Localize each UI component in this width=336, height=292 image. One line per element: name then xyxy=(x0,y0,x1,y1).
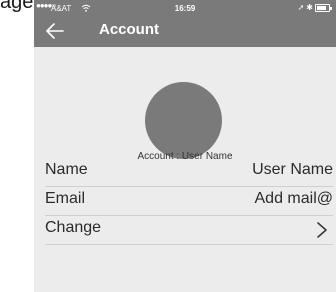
battery-icon xyxy=(315,4,332,12)
bluetooth-icon: ✱ xyxy=(306,3,313,12)
email-label: Email xyxy=(45,190,86,207)
name-row: Name User Name xyxy=(45,158,333,187)
name-value: User Name xyxy=(252,161,333,178)
location-arrow-icon: ➚ xyxy=(297,3,305,12)
name-label: Name xyxy=(45,161,88,178)
change-row[interactable]: Change xyxy=(45,216,333,245)
status-icons: ➚ ✱ xyxy=(297,3,332,13)
email-row[interactable]: Email Add mail@ xyxy=(45,187,333,216)
avatar xyxy=(145,82,222,159)
status-bar: ●●●●○ A&AT 16:59 ➚ ✱ xyxy=(34,0,336,17)
page-title: Account xyxy=(99,21,159,38)
app-header: ●●●●○ A&AT 16:59 ➚ ✱ Account xyxy=(34,0,336,47)
status-time: 16:59 xyxy=(174,4,196,13)
email-value[interactable]: Add mail@ xyxy=(255,190,334,208)
back-arrow-icon[interactable] xyxy=(44,20,66,42)
phone-screen: ●●●●○ A&AT 16:59 ➚ ✱ Account Account : U… xyxy=(34,0,336,292)
chevron-right-icon[interactable] xyxy=(315,222,329,238)
change-label: Change xyxy=(45,219,102,236)
